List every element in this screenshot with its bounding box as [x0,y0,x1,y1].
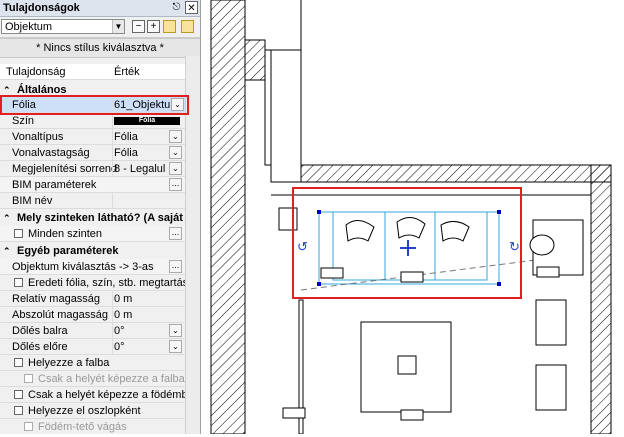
move-icon[interactable] [400,240,416,256]
csak-falban-row: Csak a helyét képezze a falban [0,371,200,387]
section-visibility[interactable]: ⌃ Mely szinteken látható? (A saját szin [0,210,200,226]
minden-szinten-checkbox[interactable] [14,229,23,238]
properties-panel: Tulajdonságok ⎋ ✕ Objektum ▼ − + * Nincs… [0,0,201,434]
plant [278,207,298,231]
rotate-left-icon[interactable]: ↺ [297,239,308,254]
chevron-down-icon[interactable]: ⌄ [169,340,182,353]
fodem-teto-row: Födém-tető vágás [0,419,200,434]
collapse-icon[interactable]: ⌃ [3,243,11,259]
more-icon[interactable]: ... [169,178,182,191]
chevron-down-icon[interactable]: ⌄ [169,130,182,143]
panel-scrollbar[interactable] [185,56,200,434]
rotate-right-icon[interactable]: ↻ [509,239,520,254]
panel-titlebar: Tulajdonságok ⎋ ✕ [0,0,200,17]
panel-toolbar: Objektum ▼ − + [0,17,200,38]
csak-fodemben-checkbox[interactable] [14,390,23,399]
armchair [535,364,567,411]
property-header: Tulajdonság [6,66,66,78]
more-icon[interactable]: ... [169,260,182,273]
megjelenitesi-row[interactable]: Megjelenítési sorrend 8 - Legalul ⌄ [0,161,200,177]
value-header: Érték [114,66,140,78]
chevron-down-icon[interactable]: ⌄ [169,324,182,337]
helyezze-falba-checkbox[interactable] [14,358,23,367]
drawing-canvas[interactable]: ↺ ↻ [201,0,624,435]
color-swatch[interactable]: Fólia [114,117,180,125]
panel-title: Tulajdonságok [3,2,80,14]
eredeti-folia-checkbox[interactable] [14,278,23,287]
style-selector[interactable]: * Nincs stílus kiválasztva * [0,38,200,58]
bim-param-row[interactable]: BIM paraméterek ... [0,177,200,193]
bim-nev-row[interactable]: BIM név [0,193,200,209]
minden-szinten-row[interactable]: Minden szinten ... [0,226,200,242]
close-icon[interactable]: ✕ [185,1,198,14]
chevron-down-icon[interactable]: ▼ [112,20,124,33]
eredeti-folia-row[interactable]: Eredeti fólia, szín, stb. megtartása [0,275,200,291]
collapse-icon[interactable]: ⌃ [3,82,11,98]
vonalvastagsag-row[interactable]: Vonalvastagság Fólia ⌄ [0,145,200,161]
oszlopokent-row[interactable]: Helyezze el oszlopként [0,403,200,419]
helyezze-falba-row[interactable]: Helyezze a falba [0,355,200,371]
chevron-down-icon[interactable]: ⌄ [169,162,182,175]
szin-row[interactable]: Szín Fólia [0,113,200,129]
folder-settings-icon[interactable] [181,20,194,33]
csak-falban-checkbox [24,374,33,383]
chevron-down-icon[interactable]: ⌄ [171,98,184,111]
plus-icon[interactable]: + [147,20,160,33]
doles-elore-row[interactable]: Dőlés előre 0° ⌄ [0,339,200,355]
folia-row[interactable]: Fólia 61_Objektum ⌄ [0,97,200,113]
chevron-down-icon[interactable]: ⌄ [169,146,182,159]
fodem-teto-checkbox [24,422,33,431]
more-icon[interactable]: ... [169,227,182,240]
section-other[interactable]: ⌃ Egyéb paraméterek [0,243,200,259]
pin-icon[interactable]: ⎋ [170,1,183,14]
lamp [529,234,555,256]
object-type-combo[interactable]: Objektum ▼ [1,19,125,34]
abszolut-row[interactable]: Abszolút magasság 0 m [0,307,200,323]
csak-fodemben-row[interactable]: Csak a helyét képezze a födémben [0,387,200,403]
minus-icon[interactable]: − [132,20,145,33]
vonaltipus-row[interactable]: Vonaltípus Fólia ⌄ [0,129,200,145]
objektum-kivalasztas-row[interactable]: Objektum kiválasztás -> 3-as ... [0,259,200,275]
oszlopokent-checkbox[interactable] [14,406,23,415]
doles-balra-row[interactable]: Dőlés balra 0° ⌄ [0,323,200,339]
relativ-row[interactable]: Relatív magasság 0 m [0,291,200,307]
folder-icon[interactable] [163,20,176,33]
floor-plan: ↺ ↻ [210,0,624,435]
section-general[interactable]: ⌃ Általános [0,82,200,98]
header-row: Tulajdonság Érték [0,64,200,80]
collapse-icon[interactable]: ⌃ [3,210,11,226]
armchair [535,299,567,346]
